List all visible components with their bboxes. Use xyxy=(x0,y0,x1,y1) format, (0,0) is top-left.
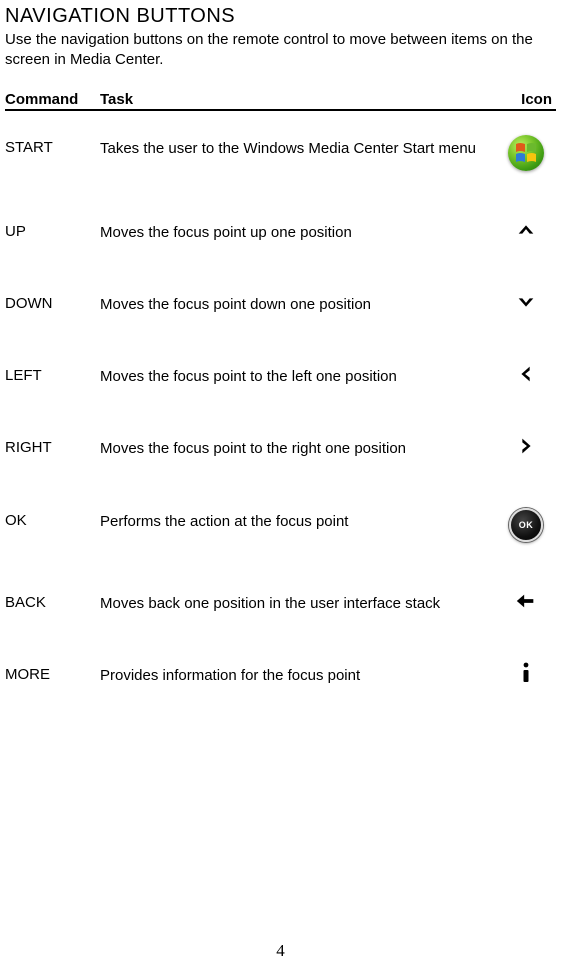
intro-text: Use the navigation buttons on the remote… xyxy=(5,30,556,71)
arrow-up-icon xyxy=(515,219,537,241)
arrow-down-icon xyxy=(515,291,537,313)
arrow-left-icon xyxy=(515,363,537,385)
page-number: 4 xyxy=(0,941,561,961)
icon-cell xyxy=(496,435,556,457)
windows-start-icon xyxy=(508,135,544,171)
ok-button-icon: OK xyxy=(509,508,543,542)
table-body: START Takes the user to the Windows Medi… xyxy=(5,111,556,711)
command-label: DOWN xyxy=(5,291,100,312)
header-task: Task xyxy=(100,91,496,108)
icon-cell xyxy=(496,219,556,241)
task-text: Moves the focus point to the left one po… xyxy=(100,363,496,387)
table-row: RIGHT Moves the focus point to the right… xyxy=(5,411,556,483)
task-text: Moves the focus point to the right one p… xyxy=(100,435,496,459)
icon-cell xyxy=(496,135,556,171)
icon-cell xyxy=(496,662,556,684)
icon-cell xyxy=(496,291,556,313)
icon-cell xyxy=(496,363,556,385)
task-text: Moves the focus point down one position xyxy=(100,291,496,315)
table-row: MORE Provides information for the focus … xyxy=(5,638,556,710)
table-row: UP Moves the focus point up one position xyxy=(5,195,556,267)
table-row: DOWN Moves the focus point down one posi… xyxy=(5,267,556,339)
table-row: BACK Moves back one position in the user… xyxy=(5,566,556,638)
icon-cell: OK xyxy=(496,508,556,542)
table-row: START Takes the user to the Windows Medi… xyxy=(5,111,556,195)
task-text: Takes the user to the Windows Media Cent… xyxy=(100,135,496,159)
arrow-back-icon xyxy=(515,590,537,612)
command-label: LEFT xyxy=(5,363,100,384)
command-label: OK xyxy=(5,508,100,529)
command-label: UP xyxy=(5,219,100,240)
command-label: RIGHT xyxy=(5,435,100,456)
command-label: BACK xyxy=(5,590,100,611)
section-title: NAVIGATION BUTTONS xyxy=(5,5,556,28)
task-text: Moves the focus point up one position xyxy=(100,219,496,243)
header-icon: Icon xyxy=(496,91,556,108)
task-text: Performs the action at the focus point xyxy=(100,508,496,532)
info-icon xyxy=(517,662,535,684)
icon-cell xyxy=(496,590,556,612)
command-label: START xyxy=(5,135,100,156)
arrow-right-icon xyxy=(515,435,537,457)
header-command: Command xyxy=(5,91,100,108)
command-label: MORE xyxy=(5,662,100,683)
table-header-row: Command Task Icon xyxy=(5,91,556,111)
task-text: Provides information for the focus point xyxy=(100,662,496,686)
table-row: OK Performs the action at the focus poin… xyxy=(5,484,556,566)
table-row: LEFT Moves the focus point to the left o… xyxy=(5,339,556,411)
task-text: Moves back one position in the user inte… xyxy=(100,590,496,614)
